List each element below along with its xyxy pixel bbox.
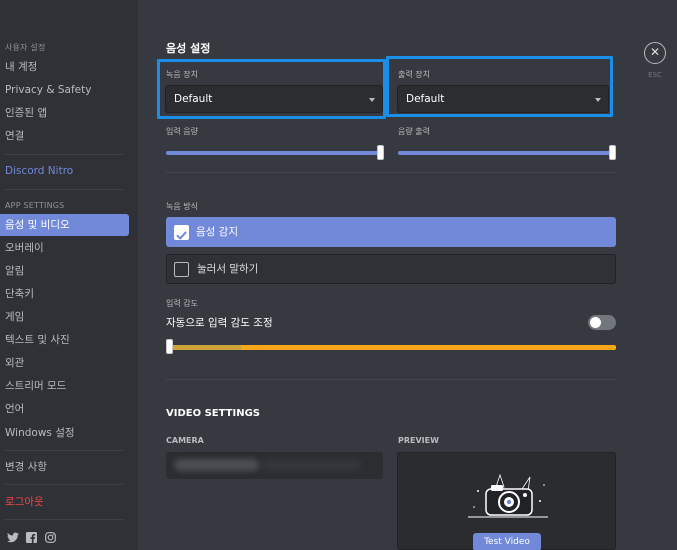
sidebar-divider — [5, 154, 123, 155]
video-preview: Test Video — [397, 452, 616, 550]
sidebar-item-games[interactable]: 게임 — [0, 306, 129, 328]
sidebar-item-notifications[interactable]: 알림 — [0, 260, 129, 282]
output-device-select[interactable]: Default — [397, 85, 609, 113]
sidebar-item-appearance[interactable]: 외관 — [0, 352, 129, 374]
sidebar-divider — [5, 484, 123, 485]
check-icon — [174, 225, 189, 240]
input-volume-track[interactable] — [166, 151, 382, 155]
sidebar-item-nitro[interactable]: Discord Nitro — [0, 160, 129, 182]
sidebar-item-windows-settings[interactable]: Windows 설정 — [0, 422, 129, 444]
sidebar-item-connections[interactable]: 연결 — [0, 125, 129, 147]
sidebar-item-text-images[interactable]: 텍스트 및 사진 — [0, 329, 129, 351]
sensitivity-level — [166, 345, 241, 350]
sidebar-item-streamer-mode[interactable]: 스트리머 모드 — [0, 375, 129, 397]
facebook-icon[interactable] — [25, 531, 38, 544]
auto-sensitivity-toggle[interactable] — [588, 315, 616, 330]
instagram-icon[interactable] — [44, 531, 57, 544]
input-mode-label: 녹음 방식 — [166, 202, 198, 211]
twitter-icon[interactable] — [6, 531, 19, 544]
sidebar-item-voice-video[interactable]: 음성 및 비디오 — [0, 214, 129, 236]
output-volume-label: 음량 출력 — [398, 127, 430, 136]
sensitivity-handle[interactable] — [166, 339, 173, 354]
output-device-label: 출력 장치 — [398, 70, 430, 79]
social-links — [6, 531, 57, 544]
sensitivity-track[interactable] — [166, 345, 616, 350]
input-device-select[interactable]: Default — [165, 85, 383, 113]
esc-label: ESC — [648, 71, 662, 79]
user-settings-header: 사용자 설정 — [5, 43, 46, 52]
test-video-button[interactable]: Test Video — [473, 533, 541, 550]
sidebar-divider — [5, 189, 123, 190]
chevron-down-icon — [369, 98, 375, 102]
preview-label: PREVIEW — [398, 436, 439, 445]
sidebar-item-language[interactable]: 언어 — [0, 398, 129, 420]
output-volume-track[interactable] — [398, 151, 614, 155]
sensitivity-label: 입력 감도 — [166, 299, 198, 308]
sidebar-divider — [5, 450, 123, 451]
sidebar-divider — [5, 519, 123, 520]
section-divider — [166, 379, 616, 380]
output-volume-handle[interactable] — [609, 145, 616, 160]
close-button[interactable]: ✕ — [644, 42, 666, 64]
input-device-label: 녹음 장치 — [166, 70, 198, 79]
sidebar-item-overlay[interactable]: 오버레이 — [0, 237, 129, 259]
sidebar-item-keybinds[interactable]: 단축키 — [0, 283, 129, 305]
sidebar-item-logout[interactable]: 로그아웃 — [0, 491, 129, 513]
input-volume-label: 입력 음량 — [166, 127, 198, 136]
input-volume-handle[interactable] — [377, 145, 384, 160]
settings-sidebar: 사용자 설정 내 계정 Privacy & Safety 인증된 앱 연결 Di… — [0, 0, 138, 550]
auto-sensitivity-label: 자동으로 입력 감도 조정 — [166, 317, 273, 329]
camera-name-redacted — [261, 459, 361, 471]
camera-illustration-icon — [468, 473, 548, 518]
camera-select[interactable] — [166, 452, 383, 479]
video-settings-title: VIDEO SETTINGS — [166, 408, 260, 419]
voice-settings-title: 음성 설정 — [166, 42, 211, 55]
push-to-talk-option[interactable]: 눌러서 말하기 — [166, 254, 616, 284]
voice-activity-option[interactable]: 음성 감지 — [166, 217, 616, 247]
checkbox-icon — [174, 262, 189, 277]
section-divider — [166, 172, 616, 173]
toggle-knob — [590, 317, 601, 328]
app-settings-header: APP SETTINGS — [5, 201, 65, 210]
close-icon: ✕ — [649, 45, 661, 59]
camera-name-redacted — [174, 459, 259, 471]
sidebar-item-changelog[interactable]: 변경 사항 — [0, 456, 129, 478]
output-device-value: Default — [406, 93, 445, 105]
push-to-talk-label: 눌러서 말하기 — [197, 263, 259, 275]
sidebar-item-my-account[interactable]: 내 계정 — [0, 56, 129, 78]
camera-label: CAMERA — [166, 436, 204, 445]
chevron-down-icon — [595, 98, 601, 102]
input-device-value: Default — [174, 93, 213, 105]
sidebar-item-privacy[interactable]: Privacy & Safety — [0, 79, 129, 101]
voice-activity-label: 음성 감지 — [196, 226, 238, 238]
sidebar-item-authorized-apps[interactable]: 인증된 앱 — [0, 102, 129, 124]
